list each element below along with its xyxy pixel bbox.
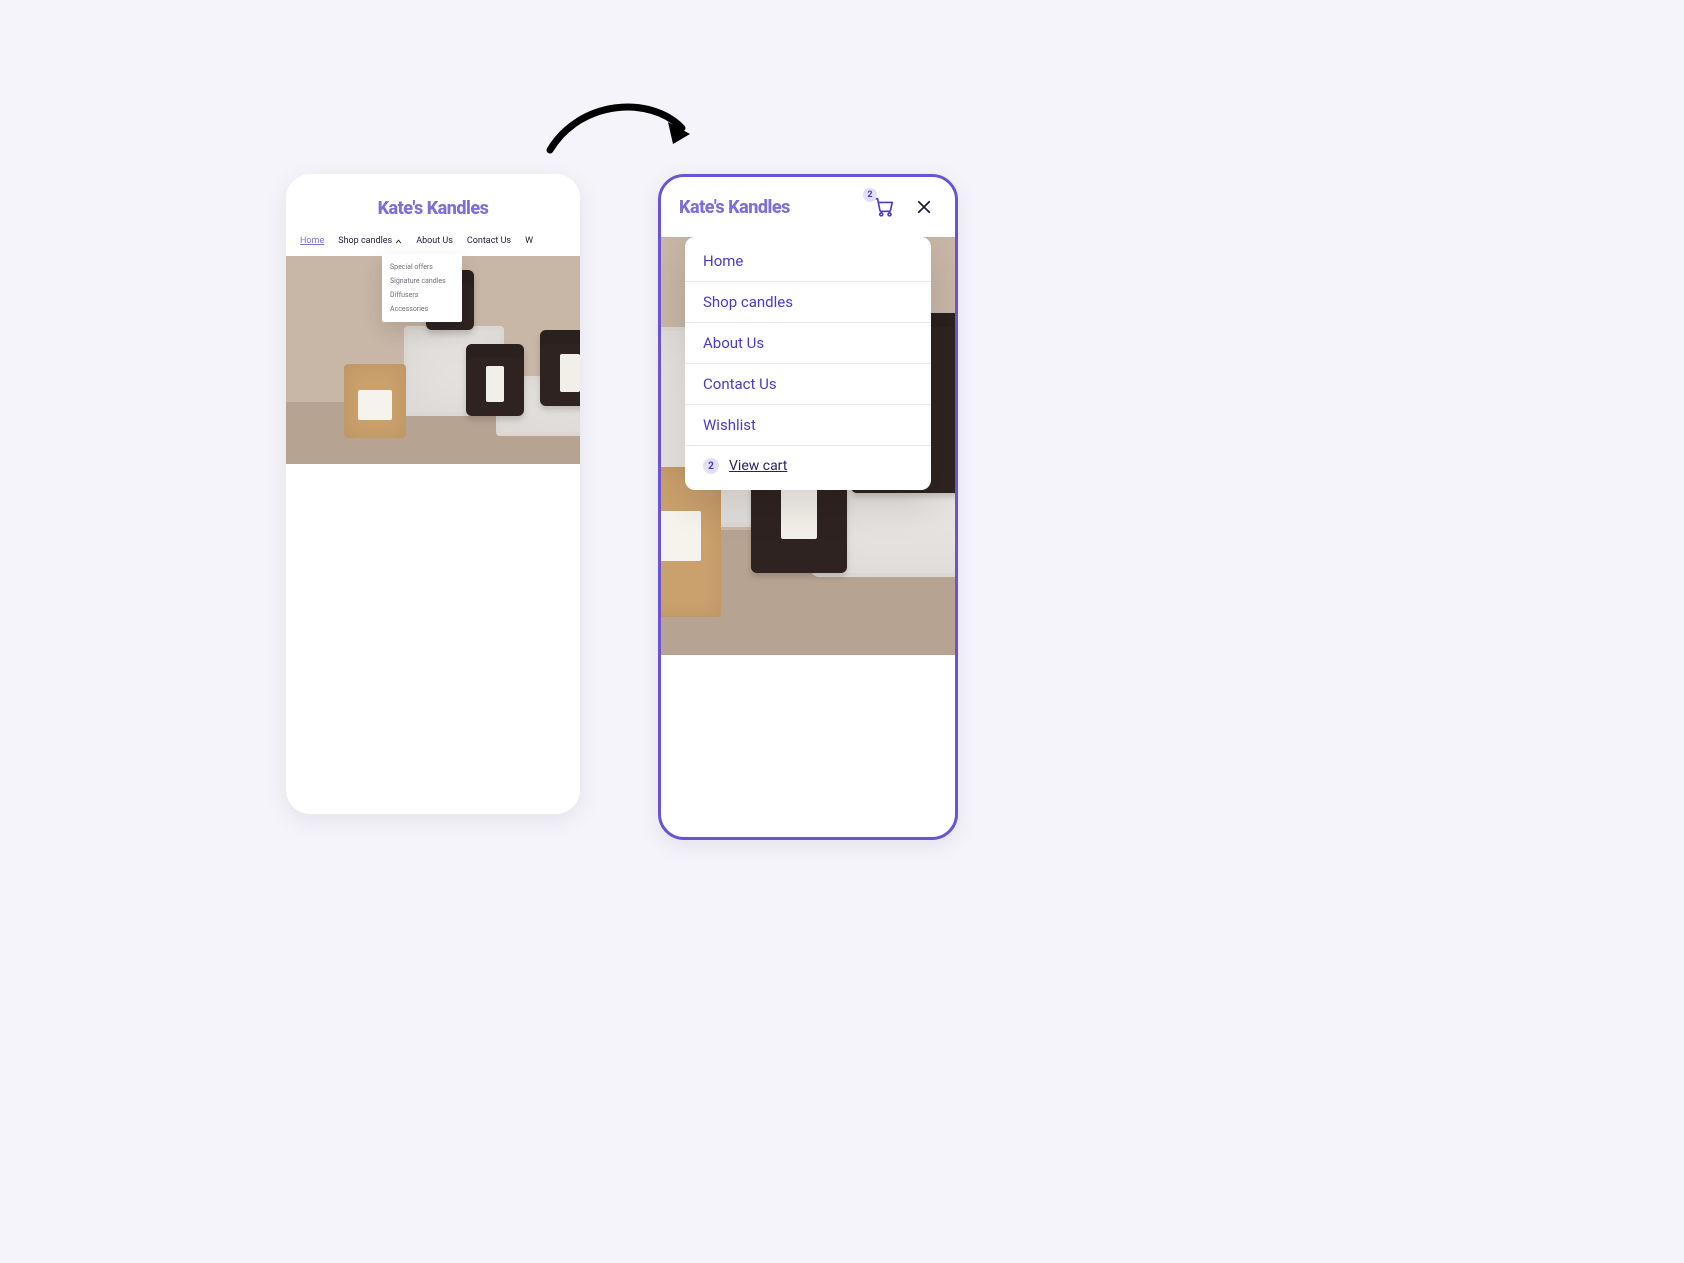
menu-item-contact[interactable]: Contact Us xyxy=(685,364,931,405)
cart-button[interactable]: 2 xyxy=(873,196,895,218)
close-icon xyxy=(915,198,933,216)
nav-shop-candles[interactable]: Shop candles xyxy=(338,236,402,246)
navbar: Home Shop candles About Us Contact Us W xyxy=(286,228,580,254)
view-cart-link[interactable]: View cart xyxy=(729,458,787,474)
brand-title: Kate's Kandles xyxy=(286,198,580,219)
menu-item-home[interactable]: Home xyxy=(685,241,931,282)
chevron-up-icon xyxy=(395,238,402,245)
dropdown-item-diffusers[interactable]: Diffusers xyxy=(382,288,462,302)
topbar: Kate's Kandles 2 xyxy=(661,177,955,237)
nav-about[interactable]: About Us xyxy=(416,236,453,246)
dropdown-item-signature-candles[interactable]: Signature candles xyxy=(382,274,462,288)
nav-wishlist-truncated[interactable]: W xyxy=(525,236,533,246)
nav-home[interactable]: Home xyxy=(300,236,324,246)
menu-item-view-cart[interactable]: 2 View cart xyxy=(685,446,931,486)
cart-count-badge: 2 xyxy=(863,188,877,202)
nav-contact[interactable]: Contact Us xyxy=(467,236,511,246)
phone-frame-before: Kate's Kandles Home Shop candles About U… xyxy=(286,174,580,814)
nav-panel: Home Shop candles About Us Contact Us Wi… xyxy=(685,237,931,490)
cart-count-badge: 2 xyxy=(703,458,719,474)
menu-item-shop-candles[interactable]: Shop candles xyxy=(685,282,931,323)
menu-item-wishlist[interactable]: Wishlist xyxy=(685,405,931,446)
nav-shop-label: Shop candles xyxy=(338,236,392,246)
dropdown-item-accessories[interactable]: Accessories xyxy=(382,302,462,316)
brand-title: Kate's Kandles xyxy=(679,197,873,218)
dropdown-item-special-offers[interactable]: Special offers xyxy=(382,260,462,274)
transition-arrow xyxy=(540,90,700,170)
cart-icon xyxy=(873,196,895,218)
shop-dropdown: Special offers Signature candles Diffuse… xyxy=(382,254,462,322)
menu-item-about[interactable]: About Us xyxy=(685,323,931,364)
phone-frame-after: Kate's Kandles 2 xyxy=(658,174,958,840)
close-button[interactable] xyxy=(911,194,937,220)
